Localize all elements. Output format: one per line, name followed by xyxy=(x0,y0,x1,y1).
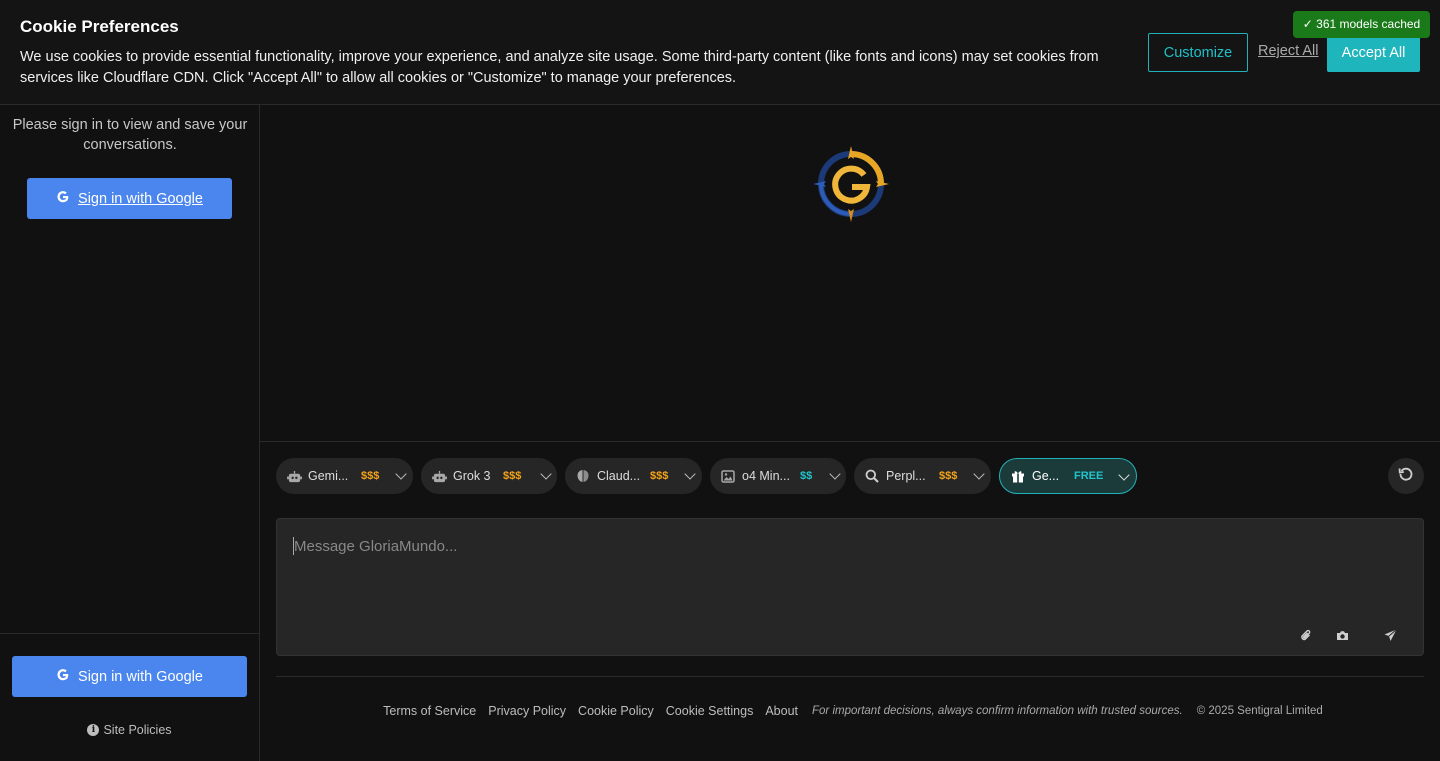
message-composer xyxy=(276,518,1424,656)
cookie-settings-link[interactable]: Cookie Settings xyxy=(666,704,754,718)
robot-icon xyxy=(431,468,447,484)
model-price: $$$ xyxy=(650,470,669,482)
model-name: o4 Min... xyxy=(742,469,790,483)
google-icon xyxy=(56,668,70,686)
footer-divider xyxy=(276,676,1424,677)
send-icon[interactable] xyxy=(1382,627,1398,643)
gloriamundo-logo xyxy=(812,145,890,223)
robot-icon xyxy=(286,468,302,484)
site-policies-link[interactable]: i Site Policies xyxy=(0,723,259,737)
chevron-down-icon xyxy=(540,468,552,480)
main-panel: Gemi... $$$ Grok 3 $$$ Claud... $$$ o4 M… xyxy=(260,105,1440,761)
cookie-description: We use cookies to provide essential func… xyxy=(20,49,1099,86)
sign-in-label: Sign in with Google xyxy=(78,668,203,685)
google-icon xyxy=(56,190,70,208)
footer: Terms of Service Privacy Policy Cookie P… xyxy=(260,704,1440,718)
customize-button[interactable]: Customize xyxy=(1148,33,1248,72)
privacy-link[interactable]: Privacy Policy xyxy=(488,704,566,718)
cookie-banner: Cookie Preferences We use cookies to pro… xyxy=(0,0,1440,105)
sign-in-google-button-bottom[interactable]: Sign in with Google xyxy=(12,656,247,697)
terms-link[interactable]: Terms of Service xyxy=(383,704,476,718)
model-price: FREE xyxy=(1074,470,1104,482)
model-name: Gemi... xyxy=(308,469,349,483)
model-name: Perpl... xyxy=(886,469,926,483)
model-selector-5[interactable]: Ge... FREE xyxy=(999,458,1137,494)
chat-divider xyxy=(260,441,1440,442)
chevron-down-icon xyxy=(829,468,841,480)
gift-icon xyxy=(1010,468,1026,484)
model-price: $$$ xyxy=(503,470,522,482)
model-price: $$$ xyxy=(361,470,380,482)
message-input[interactable] xyxy=(293,537,1403,555)
info-icon: i xyxy=(87,724,100,736)
sidebar: Please sign in to view and save your con… xyxy=(0,105,260,761)
camera-icon[interactable] xyxy=(1334,627,1350,643)
about-link[interactable]: About xyxy=(765,704,798,718)
model-name: Claud... xyxy=(597,469,641,483)
model-selector-4[interactable]: Perpl... $$$ xyxy=(854,458,991,494)
model-price: $$$ xyxy=(939,470,958,482)
sign-in-google-button-top[interactable]: Sign in with Google xyxy=(27,178,232,219)
chevron-down-icon xyxy=(395,468,407,480)
image-icon xyxy=(720,468,736,484)
model-selector-3[interactable]: o4 Min... $$ xyxy=(710,458,846,494)
reject-all-link[interactable]: Reject All xyxy=(1258,43,1318,59)
model-name: Grok 3 xyxy=(453,469,491,483)
sidebar-divider xyxy=(0,633,259,634)
model-selector-0[interactable]: Gemi... $$$ xyxy=(276,458,413,494)
model-selector-1[interactable]: Grok 3 $$$ xyxy=(421,458,557,494)
model-price: $$ xyxy=(800,470,813,482)
paperclip-icon[interactable] xyxy=(1298,627,1314,643)
model-selector-2[interactable]: Claud... $$$ xyxy=(565,458,702,494)
sign-in-label: Sign in with Google xyxy=(78,190,203,207)
brain-icon xyxy=(575,468,591,484)
sign-in-prompt: Please sign in to view and save your con… xyxy=(12,117,248,153)
search-icon xyxy=(864,468,880,484)
chevron-down-icon xyxy=(973,468,985,480)
chevron-down-icon xyxy=(684,468,696,480)
copyright: © 2025 Sentigral Limited xyxy=(1196,705,1323,717)
footer-disclaimer: For important decisions, always confirm … xyxy=(812,705,1183,717)
reset-icon xyxy=(1398,466,1414,487)
chevron-down-icon xyxy=(1118,469,1130,481)
cookie-title: Cookie Preferences xyxy=(20,17,179,36)
models-cached-badge: ✓ 361 models cached xyxy=(1293,11,1430,38)
accept-all-button[interactable]: Accept All xyxy=(1327,33,1420,72)
cookie-policy-link[interactable]: Cookie Policy xyxy=(578,704,654,718)
reset-chat-button[interactable] xyxy=(1388,458,1424,494)
site-policies-label: Site Policies xyxy=(103,723,172,737)
model-name: Ge... xyxy=(1032,469,1060,483)
